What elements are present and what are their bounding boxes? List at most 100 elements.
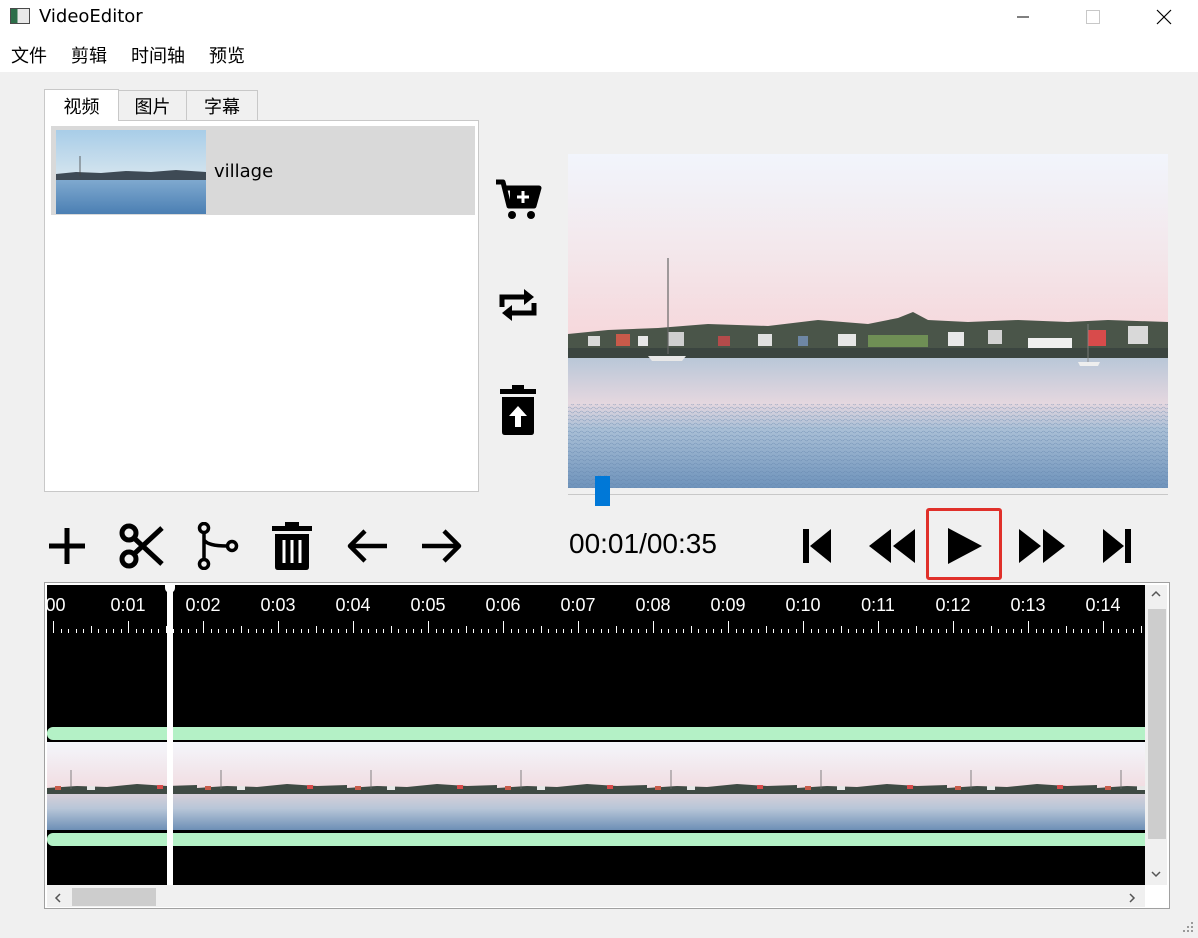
video-preview[interactable] — [568, 154, 1168, 488]
ruler-tick — [706, 629, 707, 633]
ruler-label: :00 — [47, 595, 66, 615]
ruler-tick — [751, 629, 752, 633]
add-to-cart-icon — [496, 179, 542, 219]
ruler-tick — [556, 629, 557, 633]
ruler-tick — [1088, 629, 1089, 633]
ruler-tick — [653, 621, 654, 633]
add-to-timeline-button[interactable] — [490, 174, 546, 226]
play-button[interactable] — [931, 515, 997, 577]
ruler-tick — [233, 629, 234, 633]
maximize-button[interactable] — [1070, 0, 1116, 34]
ruler-tick — [796, 629, 797, 633]
horizontal-scroll-thumb[interactable] — [72, 888, 156, 906]
ruler-tick — [1073, 629, 1074, 633]
horizontal-scrollbar[interactable] — [47, 885, 1145, 907]
ruler-tick — [316, 626, 317, 633]
split-button[interactable] — [189, 518, 245, 574]
clip-frame-thumbnail — [797, 742, 947, 830]
add-button[interactable] — [39, 518, 95, 574]
delete-upload-icon — [500, 385, 536, 435]
ruler-tick — [503, 621, 504, 633]
ruler-tick — [436, 629, 437, 633]
seek-handle[interactable] — [595, 476, 610, 506]
ruler-label: 0:05 — [410, 595, 446, 615]
ruler-tick — [181, 629, 182, 633]
ruler-tick — [773, 629, 774, 633]
media-thumbnail — [56, 130, 206, 214]
skip-start-button[interactable] — [784, 515, 850, 577]
seek-bar[interactable] — [568, 488, 1168, 495]
rewind-button[interactable] — [859, 515, 925, 577]
scroll-down-icon[interactable] — [1151, 867, 1161, 883]
ruler-tick — [143, 629, 144, 633]
timeline-ruler[interactable]: :00 0:01 0:02 0:03 0:04 0:05 0:06 0:07 0:08 0:09 0… — [47, 585, 1145, 635]
ruler-tick — [256, 629, 257, 633]
fast-forward-icon — [1019, 529, 1065, 563]
resize-grip-icon[interactable] — [1181, 919, 1195, 933]
ruler-tick — [113, 629, 114, 633]
play-icon — [948, 528, 982, 564]
scroll-up-icon[interactable] — [1151, 587, 1161, 603]
ruler-tick — [728, 621, 729, 633]
minimize-icon — [1017, 16, 1029, 18]
ruler-tick — [346, 629, 347, 633]
clip-frame-thumbnail — [647, 742, 797, 830]
replace-button[interactable] — [490, 279, 546, 331]
ruler-tick — [511, 629, 512, 633]
skip-end-button[interactable] — [1084, 515, 1150, 577]
remove-media-button[interactable] — [490, 384, 546, 436]
cut-button[interactable] — [114, 518, 170, 574]
menu-preview[interactable]: 预览 — [209, 42, 245, 68]
scroll-left-icon[interactable] — [53, 891, 63, 907]
ruler-label: 0:11 — [861, 595, 895, 615]
ruler-tick — [548, 629, 549, 633]
vertical-scroll-thumb[interactable] — [1148, 609, 1166, 839]
move-left-button[interactable] — [339, 518, 395, 574]
tab-subtitles[interactable]: 字幕 — [186, 90, 258, 120]
ruler-tick — [841, 626, 842, 633]
ruler-tick — [248, 629, 249, 633]
playhead[interactable] — [167, 585, 173, 885]
ruler-tick — [128, 621, 129, 633]
ruler-tick — [901, 629, 902, 633]
plus-icon — [49, 528, 85, 564]
ruler-tick — [241, 626, 242, 633]
ruler-tick — [578, 621, 579, 633]
tab-images[interactable]: 图片 — [118, 90, 187, 120]
ruler-tick — [1118, 629, 1119, 633]
close-button[interactable] — [1141, 0, 1187, 34]
ruler-tick — [608, 629, 609, 633]
menu-timeline[interactable]: 时间轴 — [131, 42, 185, 68]
ruler-tick — [976, 629, 977, 633]
ruler-tick — [286, 629, 287, 633]
trash-icon — [272, 522, 312, 570]
ruler-tick — [713, 629, 714, 633]
ruler-tick — [173, 629, 174, 633]
ruler-tick — [278, 621, 279, 633]
ruler-tick — [98, 629, 99, 633]
timeline-canvas[interactable]: :00 0:01 0:02 0:03 0:04 0:05 0:06 0:07 0:08 0:09 0… — [47, 585, 1145, 885]
ruler-tick — [466, 626, 467, 633]
video-clip-track[interactable] — [47, 742, 1145, 830]
ruler-label: 0:12 — [935, 595, 971, 615]
ruler-label: 0:07 — [560, 595, 596, 615]
ruler-label: 0:02 — [185, 595, 221, 615]
ruler-tick — [353, 621, 354, 633]
ruler-tick — [616, 626, 617, 633]
ruler-tick — [871, 629, 872, 633]
delete-button[interactable] — [264, 518, 320, 574]
scroll-right-icon[interactable] — [1127, 891, 1137, 907]
tab-video[interactable]: 视频 — [44, 89, 119, 121]
menu-file[interactable]: 文件 — [11, 42, 47, 68]
ruler-tick — [1021, 629, 1022, 633]
menu-edit[interactable]: 剪辑 — [71, 42, 107, 68]
ruler-tick — [908, 629, 909, 633]
ruler-tick — [1043, 629, 1044, 633]
ruler-tick — [601, 629, 602, 633]
fast-forward-button[interactable] — [1009, 515, 1075, 577]
vertical-scrollbar[interactable] — [1145, 585, 1167, 885]
media-list-item[interactable]: village — [51, 126, 475, 215]
ruler-tick — [961, 629, 962, 633]
minimize-button[interactable] — [1000, 0, 1046, 34]
move-right-button[interactable] — [414, 518, 470, 574]
